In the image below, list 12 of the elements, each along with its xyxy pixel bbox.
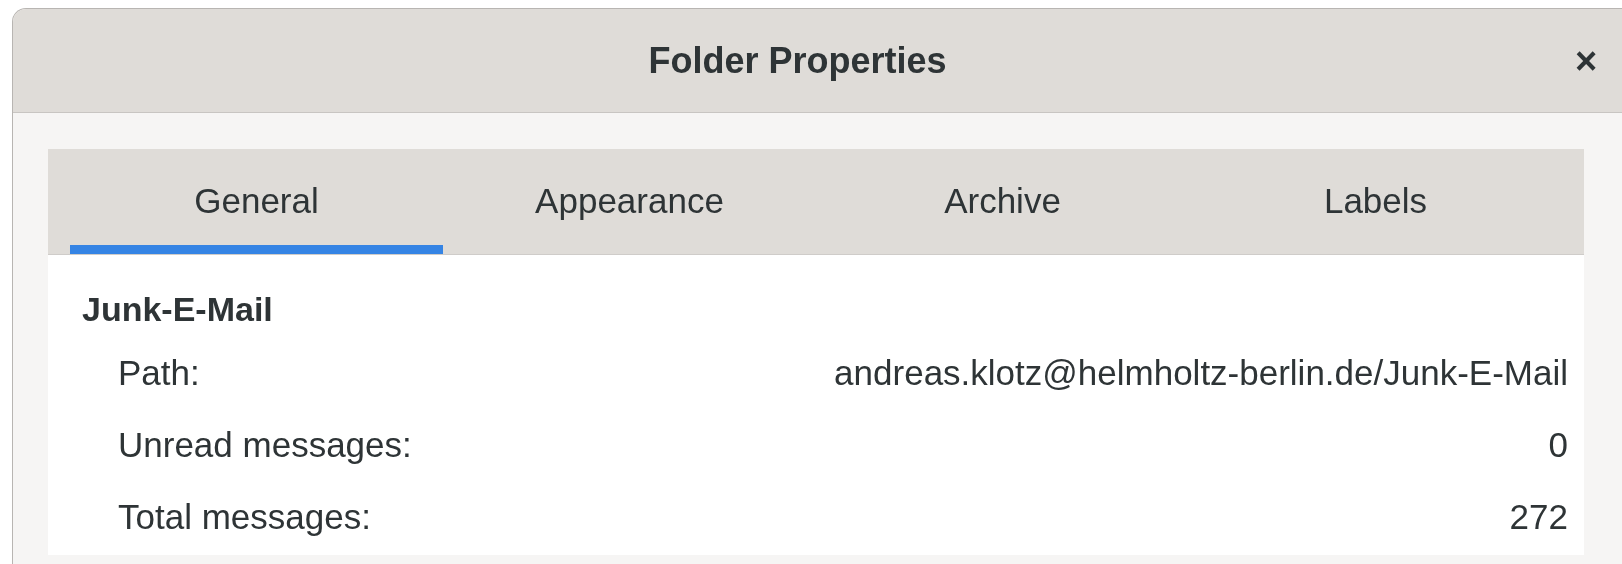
property-label: Path:	[118, 351, 200, 394]
folder-name: Junk-E-Mail	[82, 289, 274, 330]
tab[interactable]: Archive	[816, 149, 1189, 254]
tab[interactable]: Labels	[1189, 149, 1562, 254]
property-value: 0	[1548, 423, 1568, 466]
tab[interactable]: Appearance	[443, 149, 816, 254]
property-label: Unread messages:	[118, 423, 412, 466]
window-title: Folder Properties	[648, 38, 947, 83]
property-value: andreas.klotz@helmholtz-berlin.de/Junk-E-Mail	[834, 351, 1568, 394]
close-button[interactable]: ×	[1568, 39, 1604, 83]
property-label: Total messages:	[118, 495, 371, 538]
property-value: 272	[1509, 495, 1568, 538]
